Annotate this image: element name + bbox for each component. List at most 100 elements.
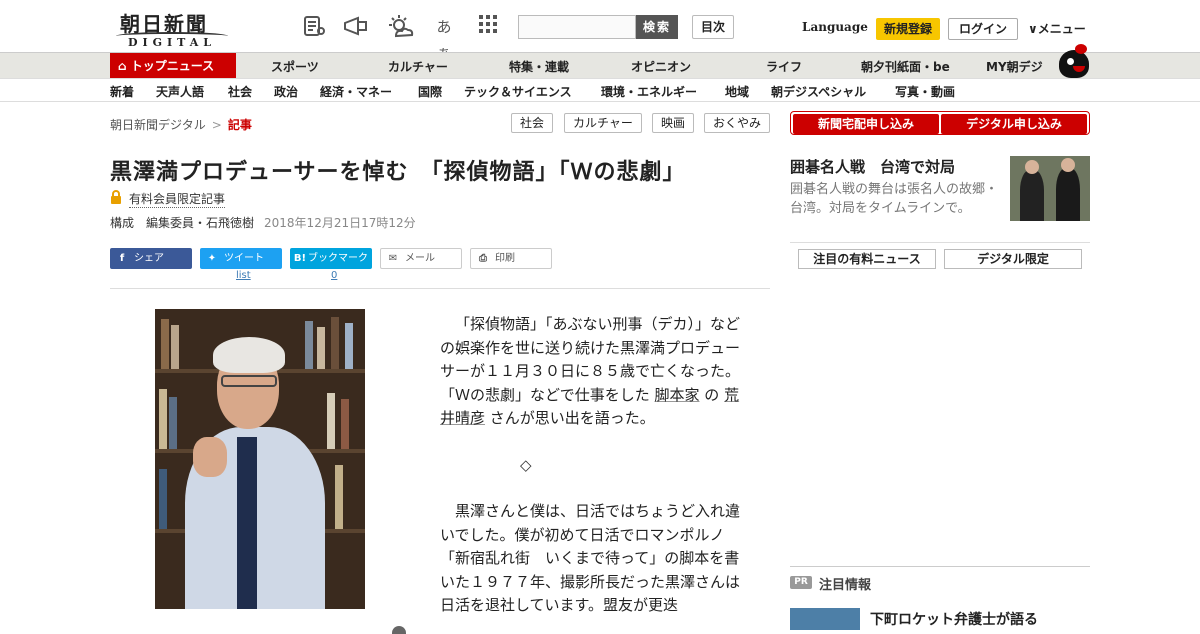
language-link[interactable]: Language <box>802 20 868 34</box>
nav-photo-video[interactable]: 写真・動画 <box>895 83 955 100</box>
person-figure <box>1056 168 1080 221</box>
login-button[interactable]: ログイン <box>948 18 1018 40</box>
mascot-icon[interactable] <box>1055 44 1091 78</box>
hatena-count[interactable]: 0 <box>331 270 337 281</box>
tag-movies[interactable]: 映画 <box>652 113 694 133</box>
person-head <box>1025 160 1039 174</box>
nav-paper[interactable]: 朝夕刊紙面・be <box>861 58 950 75</box>
article-photo[interactable] <box>155 309 365 609</box>
font-size-icon[interactable]: あぁ <box>430 14 458 62</box>
tag-culture[interactable]: カルチャー <box>564 113 642 133</box>
pr-item-title[interactable]: 下町ロケット弁護士が語る <box>870 609 1038 629</box>
book <box>327 393 335 449</box>
tag-obituary[interactable]: おくやみ <box>704 113 770 133</box>
nav-tensei-jingo[interactable]: 天声人語 <box>156 83 204 100</box>
megaphone-icon[interactable] <box>342 14 370 40</box>
article-title: 黒澤満プロデューサーを悼む 「探偵物語」「Ｗの悲劇」 <box>110 160 686 185</box>
book <box>159 469 167 529</box>
paid-member-label[interactable]: 有料会員限定記事 <box>129 190 226 208</box>
subscribe-paper-button[interactable]: 新聞宅配申し込み <box>793 114 939 134</box>
photo-hair <box>213 337 285 373</box>
chevron-down-icon: ∨ <box>1028 22 1038 36</box>
pr-badge: PR <box>790 576 812 589</box>
nav-opinion[interactable]: オピニオン <box>631 58 691 75</box>
book <box>305 321 313 369</box>
mail-label: メール <box>405 253 435 264</box>
mascot-eye <box>1067 58 1074 65</box>
nav-life[interactable]: ライフ <box>766 58 802 75</box>
nav-features[interactable]: 特集・連載 <box>509 58 569 75</box>
register-button[interactable]: 新規登録 <box>876 18 940 40</box>
paragraph-text: さんが思い出を語った。 <box>489 409 655 427</box>
nav-economy[interactable]: 経済・マネー <box>320 83 392 100</box>
nav-tech[interactable]: テック＆サイエンス <box>464 83 572 100</box>
facebook-share-label: シェア <box>134 253 164 264</box>
breadcrumb: 朝日新聞デジタル > 記事 <box>110 116 252 133</box>
grid-icon[interactable] <box>474 14 502 40</box>
subscribe-box: 新聞宅配申し込み デジタル申し込み <box>790 111 1090 135</box>
primary-nav: ⌂ トップニュース スポーツ カルチャー 特集・連載 オピニオン ライフ 朝夕刊… <box>0 52 1200 79</box>
nav-top-news[interactable]: ⌂ トップニュース <box>110 53 236 79</box>
pr-thumbnail[interactable] <box>790 608 860 630</box>
facebook-icon: f <box>119 253 125 264</box>
secondary-nav: 新着 天声人語 社会 政治 経済・マネー 国際 テック＆サイエンス 環境・エネル… <box>0 78 1200 102</box>
menu-button[interactable]: ∨メニュー <box>1028 20 1086 37</box>
mail-icon: ✉ <box>388 253 398 264</box>
nav-politics[interactable]: 政治 <box>274 83 298 100</box>
lock-icon <box>110 190 124 204</box>
feature-description: 囲碁名人戦の舞台は張名人の故郷・台湾。対局をタイムラインで。 <box>790 182 999 216</box>
site-header: 朝日新聞 DIGITAL あぁ 検索 目次 Language 新規登録 ログイン… <box>0 0 1200 62</box>
person-figure <box>1020 170 1044 221</box>
site-logo[interactable]: 朝日新聞 DIGITAL <box>112 8 232 49</box>
feature-image[interactable] <box>1010 156 1090 221</box>
print-button[interactable]: ⎙ 印刷 <box>470 248 552 269</box>
breadcrumb-separator: > <box>211 118 222 132</box>
twitter-share-label: ツイート <box>224 253 264 264</box>
mascot-body <box>1059 50 1089 78</box>
photo-glasses <box>221 375 277 387</box>
nav-special[interactable]: 朝デジスペシャル <box>771 83 866 100</box>
nav-environment[interactable]: 環境・エネルギー <box>601 83 697 100</box>
contents-button[interactable]: 目次 <box>692 15 734 39</box>
hatena-bookmark-button[interactable]: B! ブックマーク <box>290 248 372 269</box>
facebook-share-button[interactable]: f シェア <box>110 248 192 269</box>
book <box>335 465 343 529</box>
book <box>345 323 353 369</box>
search-button[interactable]: 検索 <box>636 15 678 39</box>
tab-digital-only[interactable]: デジタル限定 <box>944 249 1082 269</box>
twitter-share-button[interactable]: ✦ ツイート <box>200 248 282 269</box>
breadcrumb-home[interactable]: 朝日新聞デジタル <box>110 118 206 132</box>
divider <box>110 288 770 289</box>
breadcrumb-current: 記事 <box>227 118 252 132</box>
article-date: 2018年12月21日17時12分 <box>264 216 416 230</box>
pr-section-title: 注目情報 <box>819 578 872 593</box>
book <box>317 327 325 369</box>
article-paragraph: 黒澤さんと僕は、日活ではちょうど入れ違いでした。僕が初めて日活でロマンポルノ「新… <box>440 502 741 614</box>
nav-sports[interactable]: スポーツ <box>271 58 319 75</box>
twitter-count[interactable]: list <box>236 270 251 281</box>
mail-button[interactable]: ✉ メール <box>380 248 462 269</box>
keyword-link[interactable]: 脚本家 <box>654 386 699 404</box>
weather-icon[interactable] <box>386 14 414 40</box>
article-body: 「探偵物語」「あぶない刑事（デカ）」などの娯楽作を世に送り続けた黒澤満プロデュー… <box>440 313 750 431</box>
book <box>159 389 167 449</box>
feature-title[interactable]: 囲碁名人戦 台湾で対局 <box>790 156 955 177</box>
nav-international[interactable]: 国際 <box>418 83 442 100</box>
newspaper-icon[interactable] <box>300 14 328 40</box>
nav-my-asahi[interactable]: MY朝デジ <box>986 58 1043 75</box>
scroll-indicator[interactable] <box>392 626 406 634</box>
home-icon: ⌂ <box>118 59 127 73</box>
tab-paid-news[interactable]: 注目の有料ニュース <box>798 249 936 269</box>
photo-tie <box>237 437 257 609</box>
search-input[interactable] <box>518 15 636 39</box>
nav-top-news-label: トップニュース <box>130 59 215 73</box>
nav-society[interactable]: 社会 <box>228 83 252 100</box>
nav-culture[interactable]: カルチャー <box>388 58 448 75</box>
nav-latest[interactable]: 新着 <box>110 83 134 100</box>
hatena-icon: B! <box>293 253 307 264</box>
tag-society[interactable]: 社会 <box>511 113 553 133</box>
logo-english: DIGITAL <box>127 36 217 49</box>
person-head <box>1061 158 1075 172</box>
nav-region[interactable]: 地域 <box>725 83 749 100</box>
subscribe-digital-button[interactable]: デジタル申し込み <box>941 114 1087 134</box>
